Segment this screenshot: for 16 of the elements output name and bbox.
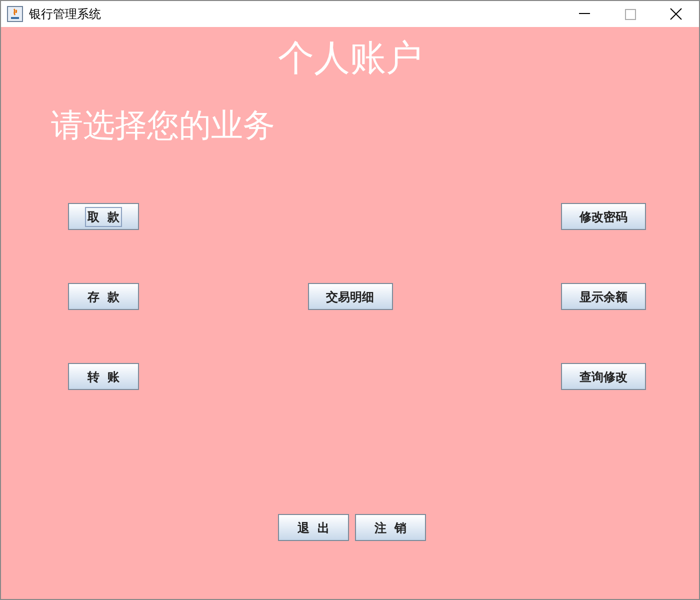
minimize-icon: [578, 13, 590, 15]
action-button[interactable]: 显示余额: [561, 283, 646, 310]
action-button[interactable]: 查询修改: [561, 363, 646, 390]
action-button[interactable]: 交易明细: [308, 283, 392, 310]
page-heading: 个人账户: [278, 39, 422, 79]
action-button[interactable]: 退 出: [278, 514, 349, 541]
window-title: 银行管理系统: [29, 6, 101, 23]
prompt-text: 请选择您的业务: [51, 106, 275, 144]
action-button[interactable]: 存 款: [68, 283, 139, 310]
action-button[interactable]: 修改密码: [561, 203, 646, 230]
maximize-icon: [624, 8, 636, 20]
action-button[interactable]: 取 款: [68, 203, 139, 230]
close-icon: [670, 8, 682, 20]
action-button[interactable]: 转 账: [68, 363, 139, 390]
action-button[interactable]: 注 销: [355, 514, 426, 541]
app-icon: [7, 6, 23, 22]
